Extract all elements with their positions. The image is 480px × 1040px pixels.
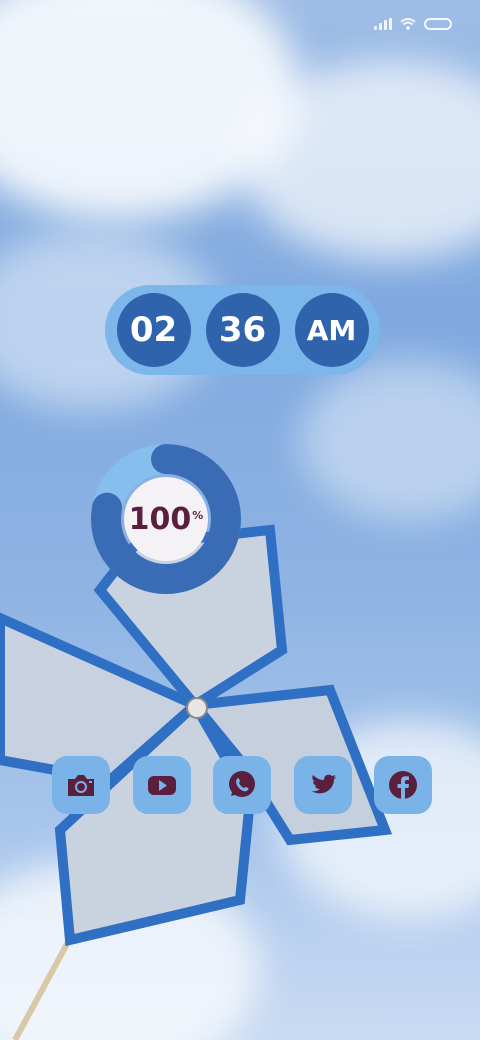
- clock-period: AM: [294, 293, 369, 367]
- battery-percent-value: 100: [128, 501, 192, 537]
- camera-icon: [68, 775, 94, 796]
- youtube-app-button[interactable]: [132, 756, 191, 814]
- signal-icon: [374, 18, 392, 30]
- youtube-icon: [147, 776, 176, 795]
- twitter-icon: [310, 774, 336, 794]
- clock-hour: 02: [116, 293, 191, 367]
- battery-percent-sign: %: [192, 508, 204, 522]
- status-bar: [374, 18, 452, 30]
- battery-icon: [424, 18, 452, 30]
- app-dock: [52, 756, 432, 814]
- facebook-app-button[interactable]: [374, 756, 432, 814]
- clock-minute: 36: [205, 293, 280, 367]
- whatsapp-icon: [229, 771, 255, 797]
- wifi-icon: [400, 18, 416, 30]
- battery-percent: 100%: [120, 493, 212, 545]
- clock-widget[interactable]: 02 36 AM: [105, 285, 380, 375]
- facebook-icon: [389, 771, 417, 799]
- twitter-app-button[interactable]: [293, 756, 352, 814]
- whatsapp-app-button[interactable]: [213, 756, 271, 814]
- camera-app-button[interactable]: [52, 756, 110, 814]
